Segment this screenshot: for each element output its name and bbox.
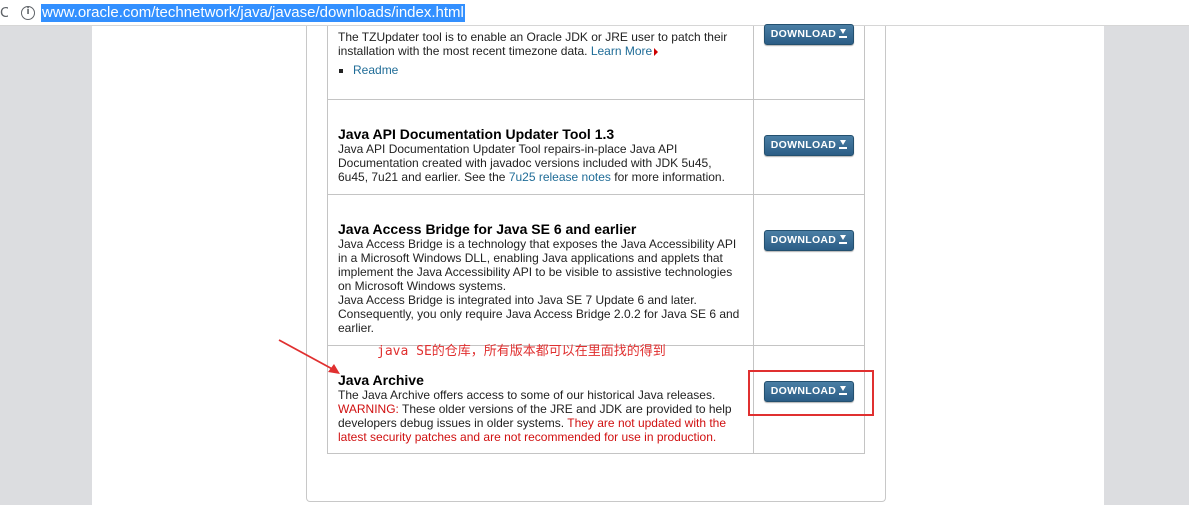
access-bridge-line-2: in a Microsoft Windows DLL, enabling Jav… <box>338 251 723 265</box>
right-gutter <box>1104 26 1189 505</box>
release-notes-link[interactable]: 7u25 release notes <box>509 170 611 184</box>
api-doc-line-1: Java API Documentation Updater Tool repa… <box>338 142 678 156</box>
access-bridge-line-4: on Microsoft Windows systems. <box>338 279 507 293</box>
download-label: DOWNLOAD <box>770 234 837 246</box>
tzupdater-line-2: installation with the most recent timezo… <box>338 44 588 58</box>
access-bridge-line-1: Java Access Bridge is a technology that … <box>338 237 737 251</box>
tzupdater-description: The TZUpdater tool is to enable an Oracl… <box>338 30 748 77</box>
tzupdater-download-button[interactable]: DOWNLOAD <box>764 24 854 45</box>
download-icon <box>839 29 848 38</box>
warning-text-1: These older versions of the JRE and JDK … <box>402 402 732 416</box>
table-row-tzupdater: The TZUpdater tool is to enable an Oracl… <box>328 24 864 100</box>
access-bridge-cell: Java Access Bridge for Java SE 6 and ear… <box>338 221 748 335</box>
access-bridge-line-3: implement the Java Accessibility API to … <box>338 265 733 279</box>
warning-text-2: developers debug issues in older systems… <box>338 416 565 430</box>
access-bridge-download-button[interactable]: DOWNLOAD <box>764 230 854 251</box>
access-bridge-line-7: earlier. <box>338 321 375 335</box>
api-doc-line-3-post: for more information. <box>614 170 725 184</box>
annotation-text: java SE的仓库，所有版本都可以在里面找的得到 <box>377 344 666 359</box>
api-doc-line-2: Documentation created with javadoc versi… <box>338 156 712 170</box>
download-label: DOWNLOAD <box>770 28 837 40</box>
readme-link[interactable]: Readme <box>353 63 398 77</box>
tzupdater-line-1: The TZUpdater tool is to enable an Oracl… <box>338 30 728 44</box>
learn-more-link[interactable]: Learn More <box>591 44 652 58</box>
browser-address-bar: C i www.oracle.com/technetwork/java/java… <box>0 0 1189 26</box>
api-doc-line-3-pre: 6u45, 7u21 and earlier. See the <box>338 170 506 184</box>
api-doc-title: Java API Documentation Updater Tool 1.3 <box>338 126 615 142</box>
api-doc-cell: Java API Documentation Updater Tool 1.3 … <box>338 126 748 184</box>
left-gutter <box>0 26 92 505</box>
access-bridge-line-6: Consequently, you only require Java Acce… <box>338 307 740 321</box>
omnibox[interactable]: i www.oracle.com/technetwork/java/javase… <box>12 1 1189 25</box>
download-icon <box>839 235 848 244</box>
arrow-right-icon <box>654 47 659 56</box>
warning-red-3: latest security patches and are not reco… <box>338 430 717 444</box>
list-item: Readme <box>338 63 748 77</box>
warning-label: WARNING: <box>338 402 399 416</box>
url-input[interactable]: www.oracle.com/technetwork/java/javase/d… <box>41 4 465 22</box>
java-archive-title: Java Archive <box>338 372 424 388</box>
bullet-icon <box>339 69 343 73</box>
table-row-access-bridge: Java Access Bridge for Java SE 6 and ear… <box>328 195 864 346</box>
info-icon[interactable]: i <box>21 6 35 20</box>
annotation-arrow-icon <box>278 339 340 374</box>
table-row-api-doc-updater: Java API Documentation Updater Tool 1.3 … <box>328 100 864 195</box>
java-archive-cell: Java Archive The Java Archive offers acc… <box>338 372 748 444</box>
java-archive-description: The Java Archive offers access to some o… <box>338 388 716 402</box>
api-doc-download-button[interactable]: DOWNLOAD <box>764 135 854 156</box>
reload-icon[interactable]: C <box>0 3 8 23</box>
warning-red-2: They are not updated with the <box>567 416 727 430</box>
access-bridge-title: Java Access Bridge for Java SE 6 and ear… <box>338 221 637 237</box>
annotation-highlight-box <box>748 370 874 416</box>
download-icon <box>839 140 848 149</box>
download-label: DOWNLOAD <box>770 139 837 151</box>
access-bridge-line-5: Java Access Bridge is integrated into Ja… <box>338 293 697 307</box>
page-viewport: The TZUpdater tool is to enable an Oracl… <box>0 24 1189 505</box>
